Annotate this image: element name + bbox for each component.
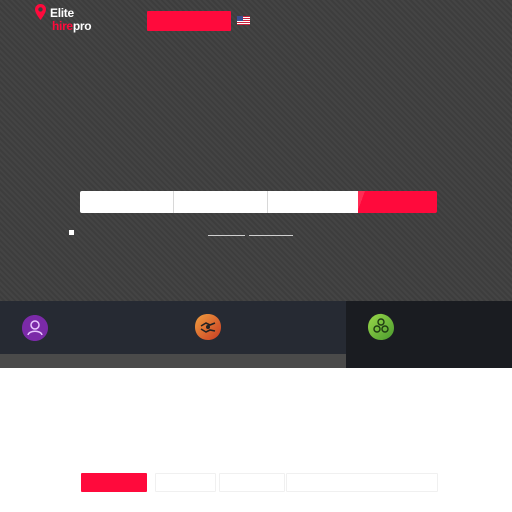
handshake-icon xyxy=(195,314,221,340)
map-pin-icon xyxy=(35,4,46,20)
option-checkbox[interactable] xyxy=(69,230,74,235)
search-location-input[interactable] xyxy=(268,191,358,213)
logo-text-hire: hire xyxy=(52,19,73,33)
hero-link-1[interactable] xyxy=(208,235,245,236)
tab-3[interactable] xyxy=(219,473,285,492)
tab-2[interactable] xyxy=(155,473,216,492)
user-icon xyxy=(22,315,48,341)
hero-link-2[interactable] xyxy=(249,235,293,236)
tab-1[interactable] xyxy=(81,473,147,492)
search-button[interactable] xyxy=(358,191,437,213)
logo-text-pro: pro xyxy=(72,19,92,33)
header-cta-button[interactable] xyxy=(147,11,231,31)
logo-text-elite: Elite xyxy=(50,6,74,20)
search-keyword-input[interactable] xyxy=(80,191,174,213)
feature-strip-base xyxy=(0,354,346,368)
tab-4[interactable] xyxy=(286,473,438,492)
search-category-input[interactable] xyxy=(174,191,268,213)
logo-text-line2: hirepro xyxy=(52,19,92,33)
team-icon xyxy=(368,313,394,340)
site-logo[interactable]: Elite hirepro xyxy=(35,4,105,32)
us-flag-icon[interactable] xyxy=(237,16,250,25)
search-bar xyxy=(80,191,437,213)
hero-section: Elite hirepro xyxy=(0,0,512,301)
